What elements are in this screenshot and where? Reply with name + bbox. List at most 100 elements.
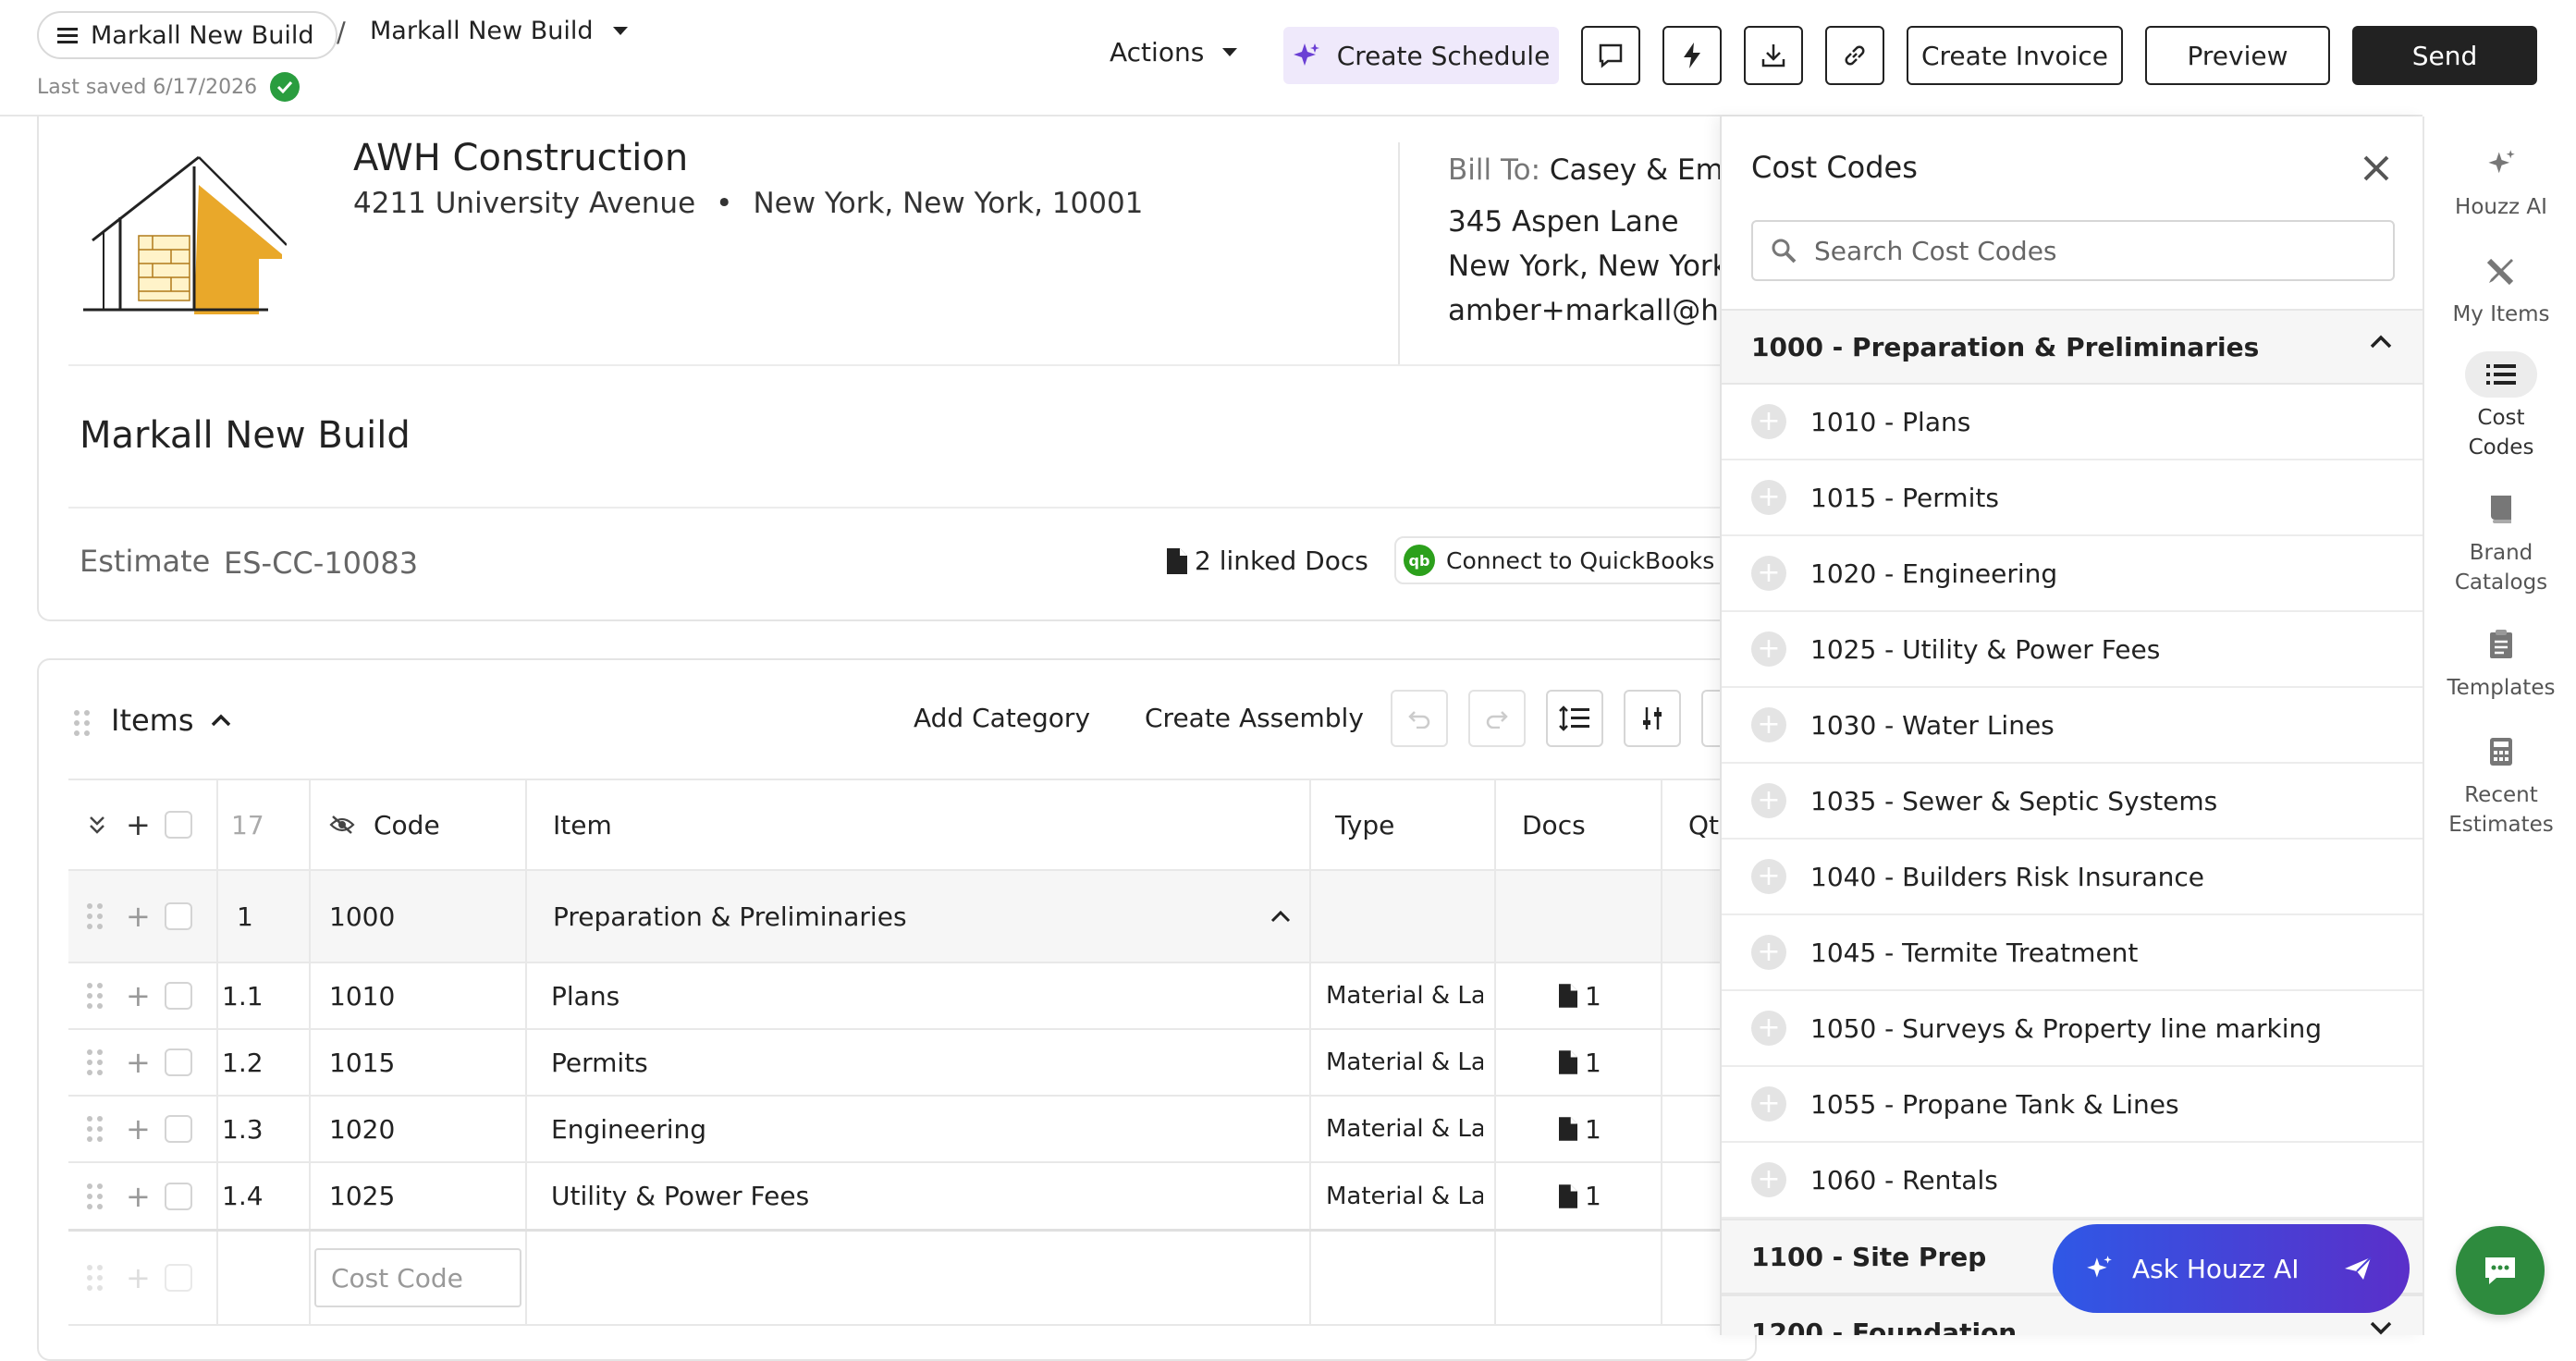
row-code[interactable]: 1020 — [329, 1097, 395, 1161]
drag-handle-icon[interactable] — [87, 871, 103, 962]
row-checkbox[interactable] — [165, 1097, 192, 1161]
row-item-name[interactable]: Permits — [551, 1030, 648, 1095]
rail-item-cost-codes[interactable]: Cost Codes — [2424, 351, 2576, 462]
row-item-name[interactable]: Engineering — [551, 1097, 706, 1161]
plus-icon[interactable]: + — [1751, 935, 1786, 970]
drag-handle-icon[interactable] — [87, 1163, 103, 1229]
row-item-name[interactable]: Plans — [551, 963, 619, 1028]
automation-button[interactable] — [1662, 26, 1722, 85]
row-docs-button[interactable]: 1 — [1559, 1030, 1601, 1095]
item-column-header[interactable]: Item — [553, 780, 612, 869]
row-docs-button[interactable]: 1 — [1559, 1097, 1601, 1161]
row-checkbox[interactable] — [165, 1030, 192, 1095]
close-panel-button[interactable] — [2358, 150, 2395, 187]
plus-icon[interactable]: + — [1751, 1162, 1786, 1197]
category-code[interactable]: 1000 — [329, 871, 395, 962]
bill-to-client[interactable]: Bill To: Casey & Emm — [1448, 153, 1751, 187]
add-item-button[interactable]: + — [126, 1097, 151, 1161]
plus-icon[interactable]: + — [1751, 783, 1786, 818]
docs-column-header[interactable]: Docs — [1522, 780, 1586, 869]
qty-column-header[interactable]: Qt — [1688, 780, 1719, 869]
plus-icon[interactable]: + — [1751, 631, 1786, 667]
add-category-button[interactable]: Add Category — [914, 703, 1090, 733]
rail-item-templates[interactable]: Templates — [2424, 621, 2576, 703]
row-checkbox[interactable] — [165, 871, 192, 962]
cost-code-item[interactable]: +1050 - Surveys & Property line marking — [1722, 991, 2423, 1067]
send-button[interactable]: Send — [2352, 26, 2537, 85]
create-assembly-button[interactable]: Create Assembly — [1145, 703, 1364, 733]
type-column-header[interactable]: Type — [1335, 780, 1394, 869]
row-code[interactable]: 1015 — [329, 1030, 395, 1095]
drag-handle-icon[interactable] — [87, 1030, 103, 1095]
drag-handle-icon[interactable] — [87, 963, 103, 1028]
project-title[interactable]: Markall New Build — [80, 414, 411, 457]
undo-button[interactable] — [1391, 690, 1448, 747]
plus-icon[interactable]: + — [1751, 707, 1786, 742]
collapse-all-button[interactable] — [89, 780, 105, 869]
add-item-button[interactable]: + — [126, 871, 151, 962]
ask-houzz-ai-button[interactable]: Ask Houzz AI — [2053, 1224, 2410, 1313]
category-row[interactable]: + 1 1000 Preparation & Preliminaries — [68, 871, 1757, 963]
adjust-columns-button[interactable] — [1624, 690, 1681, 747]
drag-handle-icon[interactable] — [74, 710, 90, 736]
plus-icon[interactable]: + — [1751, 404, 1786, 439]
cost-code-item[interactable]: +1055 - Propane Tank & Lines — [1722, 1067, 2423, 1143]
add-row-button[interactable]: + — [126, 780, 151, 869]
drag-handle-icon[interactable] — [87, 1097, 103, 1161]
row-docs-button[interactable]: 1 — [1559, 1163, 1601, 1229]
rail-item-my-items[interactable]: My Items — [2424, 248, 2576, 329]
plus-icon[interactable]: + — [1751, 556, 1786, 591]
preview-button[interactable]: Preview — [2145, 26, 2330, 85]
table-row[interactable]: + 1.3 1020 Engineering Material & Lal 1 — [68, 1097, 1757, 1163]
plus-icon[interactable]: + — [1751, 1086, 1786, 1122]
estimate-number[interactable]: ES-CC-10083 — [224, 546, 418, 581]
row-type[interactable]: Material & Lal — [1326, 1030, 1483, 1095]
cost-code-item[interactable]: +1010 - Plans — [1722, 385, 2423, 460]
cost-code-item[interactable]: +1035 - Sewer & Septic Systems — [1722, 764, 2423, 840]
row-code[interactable]: 1010 — [329, 963, 395, 1028]
rail-item-brand-catalogs[interactable]: Brand Catalogs — [2424, 486, 2576, 597]
row-checkbox[interactable] — [165, 1163, 192, 1229]
line-spacing-button[interactable] — [1546, 690, 1603, 747]
copy-link-button[interactable] — [1825, 26, 1884, 85]
linked-docs-button[interactable]: 2 linked Docs — [1167, 546, 1368, 576]
hidden-eye-icon[interactable] — [329, 815, 355, 835]
chat-button[interactable] — [2456, 1226, 2545, 1315]
row-item-name[interactable]: Utility & Power Fees — [551, 1163, 809, 1229]
breadcrumb-root-button[interactable]: Markall New Build — [37, 11, 338, 59]
select-all-checkbox[interactable] — [165, 780, 192, 869]
cost-code-item[interactable]: +1030 - Water Lines — [1722, 688, 2423, 764]
category-name[interactable]: Preparation & Preliminaries — [553, 871, 907, 962]
connect-quickbooks-button[interactable]: qb Connect to QuickBooks Onl — [1394, 536, 1764, 584]
row-type[interactable]: Material & Lal — [1326, 1097, 1483, 1161]
cost-code-item[interactable]: +1025 - Utility & Power Fees — [1722, 612, 2423, 688]
cost-code-item[interactable]: +1020 - Engineering — [1722, 536, 2423, 612]
redo-button[interactable] — [1468, 690, 1526, 747]
cost-code-group-1000[interactable]: 1000 - Preparation & Preliminaries — [1722, 309, 2423, 385]
create-schedule-button[interactable]: Create Schedule — [1283, 27, 1559, 84]
cost-code-item[interactable]: +1040 - Builders Risk Insurance — [1722, 840, 2423, 915]
row-type[interactable]: Material & Lal — [1326, 1163, 1483, 1229]
plus-icon[interactable]: + — [1751, 480, 1786, 515]
download-button[interactable] — [1744, 26, 1803, 85]
code-column-header[interactable]: Code — [329, 780, 440, 869]
create-invoice-button[interactable]: Create Invoice — [1907, 26, 2123, 85]
cost-code-item[interactable]: +1045 - Termite Treatment — [1722, 915, 2423, 991]
add-item-button[interactable]: + — [126, 963, 151, 1028]
row-docs-button[interactable]: 1 — [1559, 963, 1601, 1028]
breadcrumb-project-dropdown[interactable]: Markall New Build — [370, 17, 629, 45]
cost-code-item[interactable]: +1015 - Permits — [1722, 460, 2423, 536]
plus-icon[interactable]: + — [1751, 1011, 1786, 1046]
cost-code-item[interactable]: +1060 - Rentals — [1722, 1143, 2423, 1219]
rail-item-recent-estimates[interactable]: Recent Estimates — [2424, 729, 2576, 840]
table-row[interactable]: + 1.1 1010 Plans Material & Lal 1 — [68, 963, 1757, 1030]
row-code[interactable]: 1025 — [329, 1163, 395, 1229]
row-type[interactable]: Material & Lal — [1326, 963, 1483, 1028]
table-row[interactable]: + 1.2 1015 Permits Material & Lal 1 — [68, 1030, 1757, 1097]
actions-dropdown[interactable]: Actions — [1110, 37, 1238, 67]
cost-code-input[interactable]: Cost Code — [314, 1248, 521, 1307]
table-row[interactable]: + 1.4 1025 Utility & Power Fees Material… — [68, 1163, 1757, 1232]
add-item-button[interactable]: + — [126, 1163, 151, 1229]
plus-icon[interactable]: + — [1751, 859, 1786, 894]
items-section-header[interactable]: Items — [111, 703, 231, 738]
